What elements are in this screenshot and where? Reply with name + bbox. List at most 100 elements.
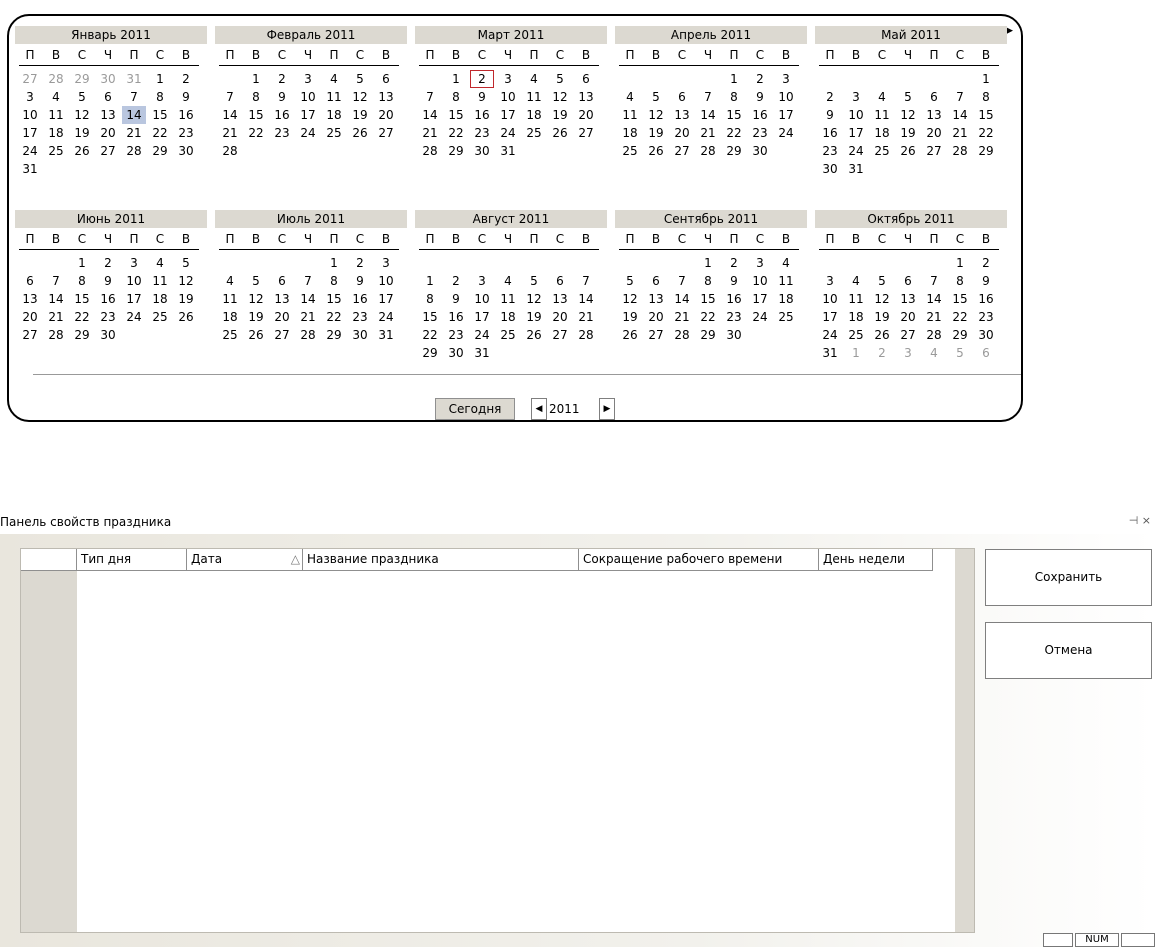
day-cell[interactable]: 19 [618,308,642,326]
day-cell[interactable]: 10 [374,272,398,290]
day-cell[interactable]: 23 [174,124,198,142]
day-cell[interactable]: 6 [548,272,572,290]
day-cell[interactable]: 22 [948,308,972,326]
day-cell[interactable]: 15 [70,290,94,308]
day-cell-other-month[interactable]: 27 [18,70,42,88]
day-cell[interactable]: 16 [96,290,120,308]
day-cell[interactable]: 18 [148,290,172,308]
day-cell[interactable]: 18 [522,106,546,124]
day-cell[interactable]: 4 [618,88,642,106]
day-cell[interactable]: 17 [374,290,398,308]
day-cell[interactable]: 17 [496,106,520,124]
day-cell[interactable]: 28 [696,142,720,160]
day-cell[interactable]: 20 [896,308,920,326]
day-cell[interactable]: 21 [122,124,146,142]
day-cell[interactable]: 20 [18,308,42,326]
day-cell[interactable]: 26 [644,142,668,160]
day-cell[interactable]: 27 [670,142,694,160]
holidays-grid[interactable]: Тип дня Дата △ Название праздника Сокращ… [20,548,975,933]
day-cell[interactable]: 19 [870,308,894,326]
day-cell[interactable]: 31 [18,160,42,178]
day-cell[interactable]: 30 [444,344,468,362]
day-cell-other-month[interactable]: 3 [896,344,920,362]
day-cell[interactable]: 20 [574,106,598,124]
save-button[interactable]: Сохранить [985,549,1152,606]
day-cell[interactable]: 10 [18,106,42,124]
day-cell[interactable]: 13 [548,290,572,308]
day-cell[interactable]: 4 [496,272,520,290]
day-cell[interactable]: 5 [644,88,668,106]
day-cell[interactable]: 5 [244,272,268,290]
day-cell[interactable]: 31 [374,326,398,344]
day-cell[interactable]: 29 [722,142,746,160]
day-cell[interactable]: 12 [896,106,920,124]
day-cell[interactable]: 27 [548,326,572,344]
day-cell[interactable]: 14 [296,290,320,308]
day-cell[interactable]: 23 [470,124,494,142]
day-cell[interactable]: 18 [618,124,642,142]
day-cell[interactable]: 13 [18,290,42,308]
day-cell[interactable]: 8 [722,88,746,106]
day-cell[interactable]: 10 [818,290,842,308]
day-cell[interactable]: 15 [444,106,468,124]
day-cell[interactable]: 30 [174,142,198,160]
day-cell[interactable]: 15 [696,290,720,308]
day-cell[interactable]: 30 [96,326,120,344]
day-cell[interactable]: 11 [870,106,894,124]
day-cell[interactable]: 2 [348,254,372,272]
day-cell[interactable]: 9 [748,88,772,106]
day-cell[interactable]: 16 [722,290,746,308]
day-cell[interactable]: 28 [670,326,694,344]
day-cell[interactable]: 8 [322,272,346,290]
day-cell[interactable]: 5 [870,272,894,290]
day-cell[interactable]: 11 [218,290,242,308]
day-cell[interactable]: 23 [444,326,468,344]
day-cell-other-month[interactable]: 1 [844,344,868,362]
day-cell[interactable]: 24 [18,142,42,160]
day-cell[interactable]: 18 [496,308,520,326]
day-cell[interactable]: 14 [574,290,598,308]
day-cell[interactable]: 16 [270,106,294,124]
day-cell[interactable]: 15 [148,106,172,124]
today-button[interactable]: Сегодня [435,398,515,420]
day-cell[interactable]: 18 [322,106,346,124]
day-cell[interactable]: 1 [322,254,346,272]
day-cell[interactable]: 22 [244,124,268,142]
day-cell[interactable]: 4 [844,272,868,290]
day-cell[interactable]: 10 [748,272,772,290]
day-cell[interactable]: 17 [844,124,868,142]
day-cell[interactable]: 1 [244,70,268,88]
day-cell[interactable]: 24 [496,124,520,142]
day-cell[interactable]: 24 [122,308,146,326]
day-cell[interactable]: 2 [748,70,772,88]
day-cell[interactable]: 14 [122,106,146,124]
day-cell[interactable]: 2 [174,70,198,88]
day-cell[interactable]: 1 [70,254,94,272]
day-cell[interactable]: 2 [270,70,294,88]
day-cell[interactable]: 21 [44,308,68,326]
day-cell[interactable]: 14 [948,106,972,124]
day-cell[interactable]: 3 [818,272,842,290]
day-cell[interactable]: 13 [670,106,694,124]
day-cell[interactable]: 21 [418,124,442,142]
day-cell[interactable]: 4 [44,88,68,106]
day-cell[interactable]: 19 [522,308,546,326]
day-cell[interactable]: 21 [574,308,598,326]
column-holiday-name[interactable]: Название праздника [303,549,579,571]
day-cell[interactable]: 29 [696,326,720,344]
day-cell[interactable]: 12 [618,290,642,308]
day-cell[interactable]: 5 [348,70,372,88]
day-cell[interactable]: 12 [870,290,894,308]
day-cell[interactable]: 24 [748,308,772,326]
year-next-icon[interactable]: ▶ [599,398,615,420]
day-cell[interactable]: 25 [774,308,798,326]
day-cell[interactable]: 28 [418,142,442,160]
day-cell[interactable]: 25 [44,142,68,160]
day-cell[interactable]: 7 [218,88,242,106]
day-cell[interactable]: 12 [70,106,94,124]
day-cell[interactable]: 5 [522,272,546,290]
vertical-scrollbar[interactable] [955,549,974,932]
day-cell[interactable]: 17 [122,290,146,308]
day-cell[interactable]: 14 [44,290,68,308]
day-cell[interactable]: 29 [418,344,442,362]
